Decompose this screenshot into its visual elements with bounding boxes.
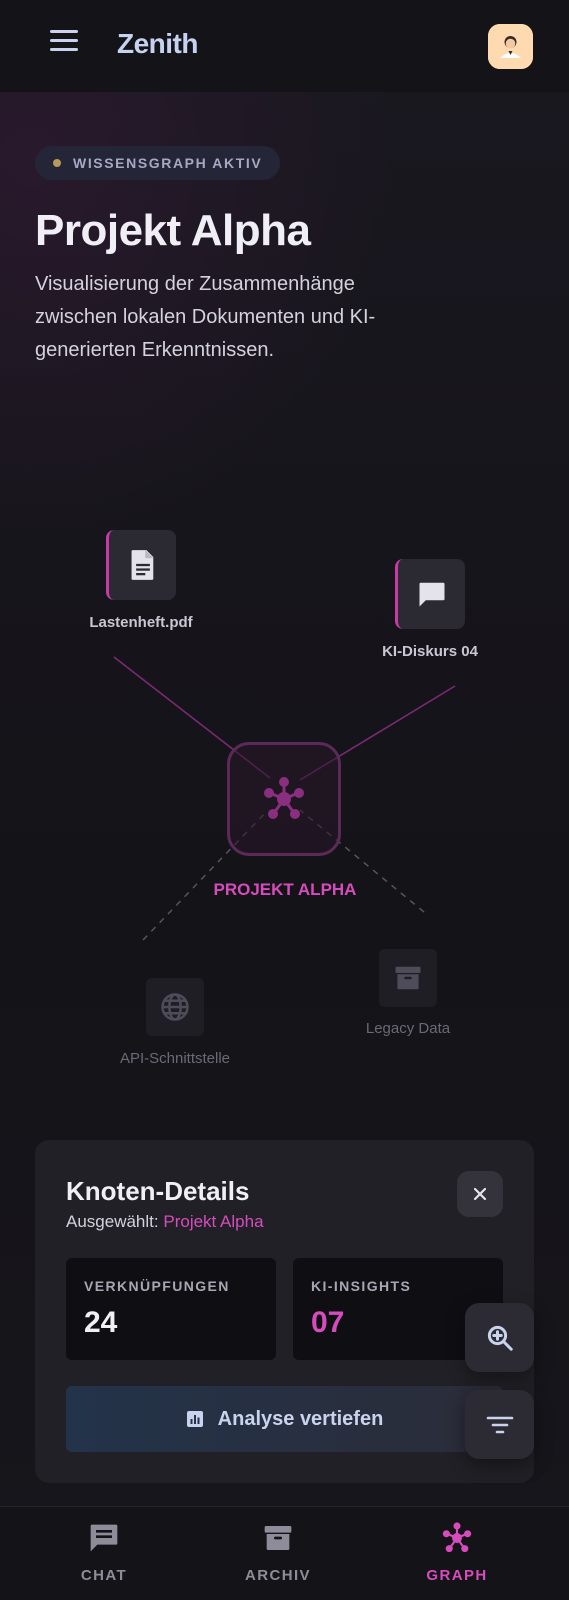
- brand-title: Zenith: [117, 28, 199, 59]
- selected-prefix: Ausgewählt:: [66, 1212, 159, 1231]
- stat-value: 24: [84, 1306, 118, 1339]
- bar-chart-icon: [186, 1411, 203, 1427]
- node-projekt-alpha[interactable]: [227, 742, 341, 856]
- chat-icon: [87, 1521, 121, 1555]
- page-title: Projekt Alpha: [35, 206, 311, 255]
- filter-icon: [486, 1416, 513, 1433]
- zoom-in-button[interactable]: [465, 1303, 534, 1372]
- node-details-card: Knoten-Details Ausgewählt: Projekt Alpha…: [35, 1140, 534, 1483]
- stat-value: 07: [311, 1306, 345, 1339]
- bottom-navigation: CHAT ARCHIV GRAPH: [0, 1506, 569, 1600]
- avatar[interactable]: [488, 24, 533, 69]
- document-icon: [131, 550, 153, 580]
- stat-verknuepfungen: VERKNÜPFUNGEN 24: [66, 1258, 276, 1360]
- user-avatar-icon: [488, 24, 533, 69]
- node-legacy-data[interactable]: [379, 949, 437, 1007]
- chat-bubble-icon: [419, 582, 444, 607]
- top-app-bar: Zenith: [0, 0, 569, 92]
- graph-icon: [440, 1521, 474, 1555]
- close-icon: [473, 1187, 487, 1201]
- node-ki-diskurs[interactable]: [395, 559, 465, 629]
- nav-label-archiv: ARCHIV: [245, 1567, 311, 1584]
- node-label-lastenheft: Lastenheft.pdf: [89, 614, 193, 631]
- node-lastenheft[interactable]: [106, 530, 176, 600]
- filter-button[interactable]: [465, 1390, 534, 1459]
- zoom-in-icon: [487, 1325, 513, 1351]
- node-label-api: API-Schnittstelle: [119, 1050, 231, 1067]
- globe-icon: [161, 993, 189, 1021]
- menu-icon[interactable]: [50, 30, 78, 54]
- nav-label-graph: GRAPH: [426, 1567, 488, 1584]
- selected-node-text: Ausgewählt: Projekt Alpha: [66, 1212, 264, 1232]
- knowledge-graph: Lastenheft.pdf KI-Diskurs 04 PROJEKT ALP…: [0, 480, 569, 1100]
- stat-label: KI-INSIGHTS: [311, 1278, 412, 1294]
- close-button[interactable]: [457, 1171, 503, 1217]
- hub-icon: [264, 777, 304, 819]
- analyse-button-label: Analyse vertiefen: [217, 1407, 384, 1430]
- stat-label: VERKNÜPFUNGEN: [84, 1278, 230, 1294]
- node-api-schnittstelle[interactable]: [146, 978, 204, 1036]
- status-dot: [53, 159, 61, 167]
- node-label-projekt-alpha: PROJEKT ALPHA: [213, 880, 357, 899]
- node-label-ki-diskurs: KI-Diskurs 04: [382, 643, 478, 660]
- node-label-legacy: Legacy Data: [365, 1020, 451, 1037]
- page-subtitle: Visualisierung der Zusammenhänge zwische…: [35, 273, 376, 361]
- card-title: Knoten-Details: [66, 1176, 250, 1206]
- nav-item-chat[interactable]: CHAT: [44, 1507, 164, 1600]
- archive-icon: [261, 1521, 295, 1555]
- nav-item-archiv[interactable]: ARCHIV: [218, 1507, 338, 1600]
- nav-item-graph[interactable]: GRAPH: [397, 1507, 517, 1600]
- status-badge: WISSENSGRAPH AKTIV: [35, 146, 281, 180]
- archive-box-icon: [395, 966, 421, 990]
- nav-label-chat: CHAT: [80, 1567, 128, 1584]
- analyse-button[interactable]: Analyse vertiefen: [66, 1386, 503, 1452]
- status-badge-label: WISSENSGRAPH AKTIV: [73, 155, 263, 171]
- selected-node-name: Projekt Alpha: [163, 1212, 264, 1231]
